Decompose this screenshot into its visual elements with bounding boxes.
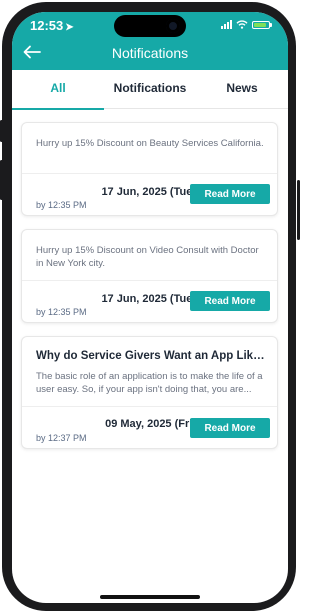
- tab-bar: All Notifications News: [12, 70, 288, 110]
- tab-news[interactable]: News: [196, 70, 288, 108]
- card-divider: [22, 406, 277, 407]
- side-button: [0, 160, 3, 200]
- card-divider: [22, 173, 277, 174]
- camera-icon: [166, 19, 180, 33]
- card-text: Hurry up 15% Discount on Video Consult w…: [36, 245, 259, 269]
- signal-icon: [221, 20, 232, 29]
- card-time: by 12:35 PM: [36, 307, 87, 317]
- app-header: 12:53 ➤ Notifications: [12, 12, 288, 70]
- location-arrow-icon: ➤: [65, 22, 74, 33]
- status-time: 12:53 ➤: [30, 18, 74, 33]
- status-icons: [221, 20, 272, 29]
- card-text: Hurry up 15% Discount on Beauty Services…: [36, 138, 264, 149]
- side-button: [0, 120, 3, 142]
- read-more-button[interactable]: Read More: [190, 184, 270, 204]
- tab-all[interactable]: All: [12, 70, 104, 110]
- wifi-icon: [236, 20, 248, 29]
- card-date: 17 Jun, 2025 (Tue): [101, 186, 196, 198]
- notification-card[interactable]: Hurry up 15% Discount on Video Consult w…: [21, 229, 278, 323]
- side-button: [297, 180, 300, 240]
- page-title: Notifications: [111, 45, 189, 61]
- card-text: The basic role of an application is to m…: [36, 371, 263, 395]
- card-date: 17 Jun, 2025 (Tue): [101, 293, 196, 305]
- card-divider: [22, 280, 277, 281]
- notification-card[interactable]: Hurry up 15% Discount on Beauty Services…: [21, 122, 278, 216]
- home-indicator: [100, 595, 200, 599]
- screen: 12:53 ➤ Notifications All Notifications …: [12, 12, 288, 603]
- read-more-button[interactable]: Read More: [190, 291, 270, 311]
- card-date: 09 May, 2025 (Fri): [105, 418, 196, 430]
- read-more-button[interactable]: Read More: [190, 418, 270, 438]
- card-time: by 12:35 PM: [36, 200, 87, 210]
- tab-notifications[interactable]: Notifications: [104, 70, 196, 108]
- card-title: Why do Service Givers Want an App Like t…: [36, 350, 270, 362]
- card-time: by 12:37 PM: [36, 433, 87, 443]
- battery-icon: [252, 20, 270, 29]
- status-time-label: 12:53: [30, 18, 64, 33]
- notification-card[interactable]: Why do Service Givers Want an App Like t…: [21, 336, 278, 449]
